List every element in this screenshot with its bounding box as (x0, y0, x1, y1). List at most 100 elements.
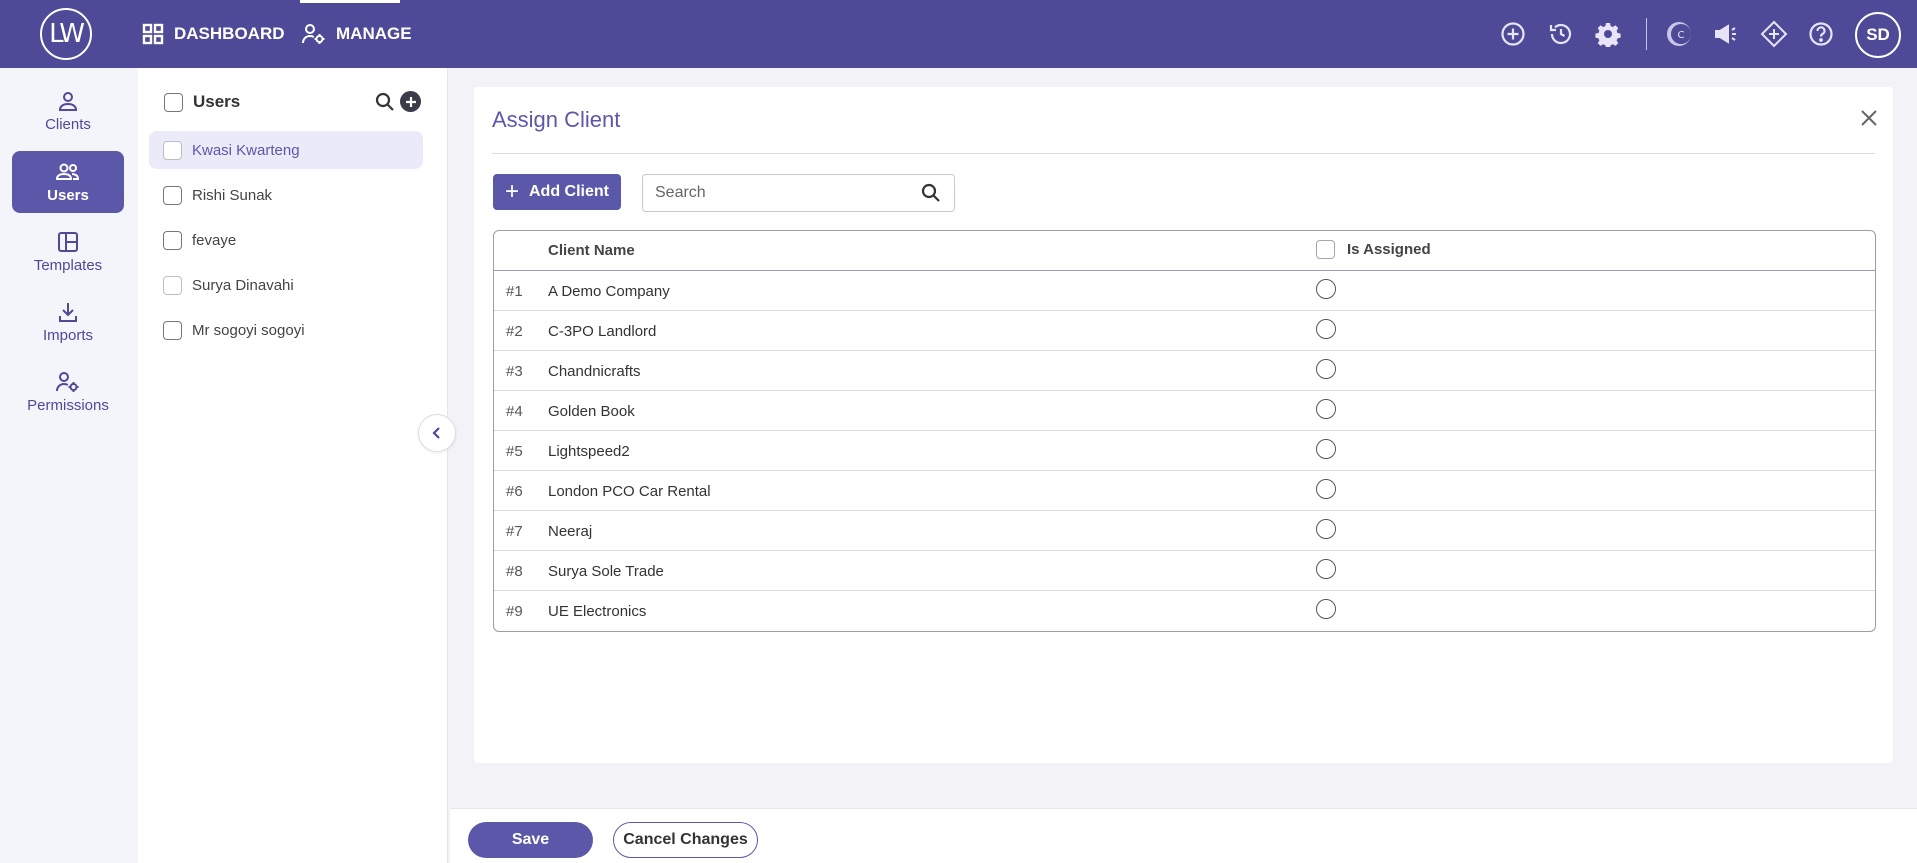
diamond-icon[interactable] (1756, 16, 1792, 52)
person-icon (58, 91, 78, 111)
c-brand-icon[interactable]: C (1661, 16, 1697, 52)
cancel-changes-button[interactable]: Cancel Changes (613, 822, 758, 858)
add-client-button[interactable]: + Add Client (493, 174, 621, 210)
assigned-radio[interactable] (1316, 319, 1336, 339)
plus-icon: + (504, 178, 519, 205)
table-row: #7 Neeraj (494, 511, 1875, 551)
assigned-radio[interactable] (1316, 359, 1336, 379)
users-icon (55, 163, 80, 180)
client-name: Lightspeed2 (548, 443, 630, 460)
add-user-button[interactable] (400, 91, 421, 112)
client-name: Chandnicrafts (548, 363, 641, 380)
row-number: #2 (506, 323, 523, 340)
client-name: London PCO Car Rental (548, 483, 711, 500)
close-icon[interactable] (1860, 109, 1878, 132)
user-name: Rishi Sunak (192, 186, 273, 204)
user-gear-icon (302, 24, 325, 44)
plus-icon (405, 96, 416, 107)
user-checkbox[interactable] (163, 140, 182, 160)
gear-icon[interactable] (1590, 16, 1626, 52)
user-avatar[interactable]: SD (1855, 12, 1901, 58)
rail-item-templates[interactable]: Templates (12, 221, 124, 283)
table-header: Client Name Is Assigned (494, 231, 1875, 271)
row-number: #1 (506, 283, 523, 300)
rail-item-label: Templates (33, 256, 103, 274)
user-list-item[interactable]: Mr sogoyi sogoyi (149, 311, 423, 349)
table-row: #8 Surya Sole Trade (494, 551, 1875, 591)
grid-icon (142, 23, 164, 45)
row-number: #6 (506, 483, 523, 500)
user-name: Surya Dinavahi (192, 276, 294, 294)
rail-item-label: Clients (45, 115, 91, 133)
users-header: Users (164, 92, 240, 112)
select-all-users-checkbox[interactable] (164, 92, 183, 112)
save-button[interactable]: Save (468, 822, 593, 858)
client-name: A Demo Company (548, 283, 670, 300)
assigned-radio[interactable] (1316, 399, 1336, 419)
rail-item-clients[interactable]: Clients (12, 80, 124, 142)
client-table: Client Name Is Assigned #1 A Demo Compan… (493, 230, 1876, 632)
rail-item-label: Imports (42, 326, 93, 344)
client-name: Neeraj (548, 523, 593, 540)
client-name: C-3PO Landlord (548, 323, 657, 340)
table-row: #2 C-3PO Landlord (494, 311, 1875, 351)
assigned-radio[interactable] (1316, 599, 1336, 619)
column-header-client-name[interactable]: Client Name (548, 242, 635, 259)
table-row: #4 Golden Book (494, 391, 1875, 431)
user-list-item[interactable]: Surya Dinavahi (149, 266, 423, 304)
column-header-is-assigned: Is Assigned (1316, 240, 1431, 259)
user-list-item[interactable]: fevaye (149, 221, 423, 259)
select-all-assigned-checkbox[interactable] (1316, 240, 1335, 259)
layout-icon (58, 231, 78, 252)
assigned-radio[interactable] (1316, 519, 1336, 539)
row-number: #3 (506, 363, 523, 380)
rail-item-users[interactable]: Users (12, 151, 124, 213)
assign-client-card: Assign Client + Add Client Client Name I… (474, 87, 1893, 763)
help-icon[interactable] (1803, 16, 1839, 52)
user-name: Mr sogoyi sogoyi (192, 321, 305, 339)
assigned-radio[interactable] (1316, 279, 1336, 299)
search-input[interactable] (655, 184, 920, 202)
client-search (642, 174, 955, 212)
user-checkbox[interactable] (163, 275, 182, 295)
client-name: Surya Sole Trade (548, 563, 664, 580)
assigned-radio[interactable] (1316, 479, 1336, 499)
column-header-label: Is Assigned (1347, 241, 1431, 258)
row-number: #4 (506, 403, 523, 420)
add-client-label: Add Client (529, 183, 609, 200)
card-title: Assign Client (492, 107, 621, 132)
user-checkbox[interactable] (163, 185, 182, 205)
nav-dashboard[interactable]: DASHBOARD (142, 0, 285, 68)
assigned-radio[interactable] (1316, 439, 1336, 459)
client-name: UE Electronics (548, 603, 647, 620)
search-icon[interactable] (920, 182, 942, 204)
row-number: #5 (506, 443, 523, 460)
row-number: #7 (506, 523, 523, 540)
add-circle-icon[interactable] (1495, 16, 1531, 52)
assigned-radio[interactable] (1316, 559, 1336, 579)
logo[interactable]: LW (40, 8, 92, 60)
rail-item-permissions[interactable]: Permissions (12, 361, 124, 423)
user-name: fevaye (192, 231, 237, 249)
history-icon[interactable] (1543, 16, 1579, 52)
rail-item-imports[interactable]: Imports (12, 291, 124, 353)
user-list-item[interactable]: Rishi Sunak (149, 176, 423, 214)
nav-manage-label: MANAGE (336, 24, 412, 43)
svg-text:C: C (1678, 30, 1685, 41)
rail-item-label: Permissions (27, 396, 109, 414)
table-row: #3 Chandnicrafts (494, 351, 1875, 391)
left-rail: Clients Users Templates Imports Permissi… (0, 68, 138, 863)
chevron-left-icon (432, 427, 440, 439)
search-icon[interactable] (374, 91, 396, 118)
download-icon (59, 302, 77, 322)
users-title: Users (193, 92, 241, 111)
collapse-panel-button[interactable] (418, 414, 456, 452)
nav-manage[interactable]: MANAGE (302, 0, 412, 68)
user-checkbox[interactable] (163, 230, 182, 250)
table-row: #1 A Demo Company (494, 271, 1875, 311)
user-list-item[interactable]: Kwasi Kwarteng (149, 131, 423, 169)
user-checkbox[interactable] (163, 320, 182, 340)
divider (492, 153, 1875, 154)
megaphone-icon[interactable] (1708, 16, 1744, 52)
rail-item-label: Users (47, 186, 89, 204)
